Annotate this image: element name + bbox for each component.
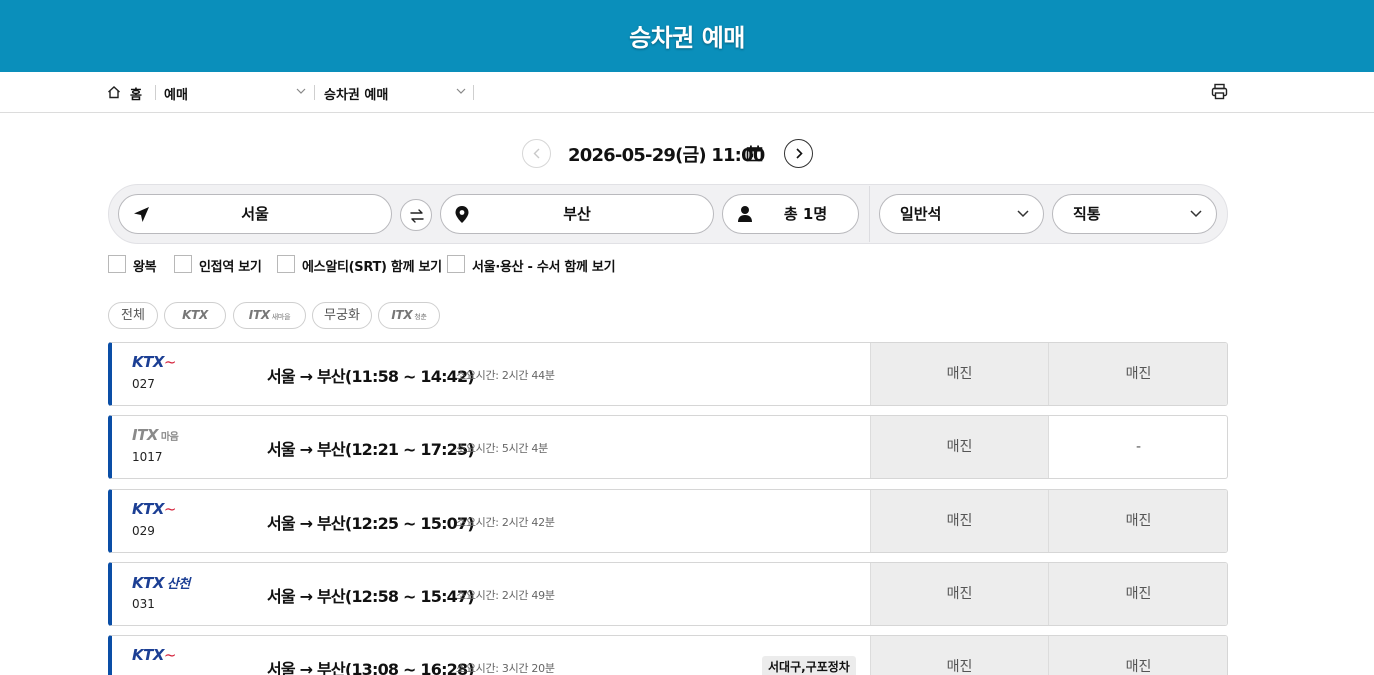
general-seat-button[interactable]: 매진	[870, 563, 1048, 625]
checkbox-label: 에스알티(SRT) 함께 보기	[302, 260, 442, 275]
general-seat-button[interactable]: 매진	[870, 636, 1048, 675]
itx-logo-icon: ITX	[391, 308, 413, 322]
train-duration: 소요시간: 2시간 42분	[456, 516, 555, 529]
train-row[interactable]: ITX 마음 1017 서울 → 부산(12:21 ~ 17:25) 소요시간: …	[108, 415, 1228, 479]
stop-info-badge: 서대구,구포정차	[762, 656, 856, 675]
breadcrumb: 홈 예매 승차권 예매	[0, 72, 1374, 113]
train-number: 027	[132, 377, 155, 391]
special-seat-button[interactable]: 매진	[1048, 343, 1227, 405]
chevron-down-icon	[1190, 210, 1202, 218]
selected-datetime[interactable]: 2026-05-29(금) 11:00	[568, 141, 765, 167]
itx-logo-icon: ITX	[248, 308, 270, 322]
swap-icon	[410, 209, 424, 223]
breadcrumb-divider	[155, 85, 156, 100]
train-route: 서울 → 부산(12:25 ~ 15:07)	[267, 514, 475, 533]
arrival-label: 부산	[563, 205, 591, 223]
special-seat-button: -	[1048, 416, 1227, 478]
train-duration: 소요시간: 3시간 20분	[456, 662, 555, 675]
ktx-logo-icon: KTX~	[132, 500, 177, 518]
chip-sub-label: 새마을	[271, 313, 291, 321]
breadcrumb-level2[interactable]: 승차권 예매	[324, 84, 388, 103]
checkbox-box[interactable]	[108, 255, 126, 273]
filter-mugunghwa[interactable]: 무궁화	[312, 302, 372, 329]
next-date-button[interactable]	[784, 139, 813, 168]
ktx-sancheon-logo-icon: KTX 산천	[132, 574, 190, 592]
train-route: 서울 → 부산(12:21 ~ 17:25)	[267, 440, 475, 459]
train-row[interactable]: KTX~ 서울 → 부산(13:08 ~ 16:28) 소요시간: 3시간 20…	[108, 635, 1228, 675]
breadcrumb-level1[interactable]: 예매	[164, 84, 188, 103]
print-icon[interactable]	[1211, 83, 1228, 100]
general-seat-button[interactable]: 매진	[870, 416, 1048, 478]
seat-class-value: 일반석	[900, 205, 942, 223]
departure-label: 서울	[241, 205, 269, 223]
train-route: 서울 → 부산(13:08 ~ 16:28)	[267, 660, 475, 675]
special-seat-button[interactable]: 매진	[1048, 563, 1227, 625]
checkbox-box[interactable]	[277, 255, 295, 273]
filter-all-label: 전체	[121, 308, 145, 323]
train-row[interactable]: KTX 산천 031 서울 → 부산(12:58 ~ 15:47) 소요시간: 2…	[108, 562, 1228, 626]
filter-itx-cheongchun[interactable]: ITX 청춘	[378, 302, 440, 329]
seat-class-select[interactable]: 일반석	[879, 194, 1044, 234]
itx-logo-icon: ITX 마음	[132, 426, 179, 444]
route-type-select[interactable]: 직통	[1052, 194, 1217, 234]
checkbox-label: 인접역 보기	[199, 260, 262, 275]
special-seat-button[interactable]: 매진	[1048, 636, 1227, 675]
special-seat-button[interactable]: 매진	[1048, 490, 1227, 552]
train-duration: 소요시간: 2시간 44분	[456, 369, 555, 382]
breadcrumb-home[interactable]: 홈	[130, 84, 142, 103]
ktx-logo-icon: KTX~	[132, 353, 177, 371]
train-number: 029	[132, 524, 155, 538]
chevron-down-icon[interactable]	[296, 87, 306, 95]
departure-field[interactable]: 서울	[118, 194, 392, 234]
route-type-value: 직통	[1073, 205, 1101, 223]
person-icon	[738, 206, 752, 222]
page-header: 승차권 예매	[0, 0, 1374, 72]
ktx-logo-icon: KTX	[182, 308, 208, 322]
prev-date-button[interactable]	[522, 139, 551, 168]
passenger-field[interactable]: 총 1명	[722, 194, 859, 234]
filter-ktx[interactable]: KTX	[164, 302, 226, 329]
breadcrumb-divider	[314, 85, 315, 100]
filter-mugunghwa-label: 무궁화	[324, 308, 360, 323]
train-route: 서울 → 부산(11:58 ~ 14:42)	[267, 367, 475, 386]
train-number: 031	[132, 597, 155, 611]
checkbox-box[interactable]	[174, 255, 192, 273]
chevron-right-icon	[796, 148, 803, 159]
general-seat-button[interactable]: 매진	[870, 343, 1048, 405]
ktx-logo-icon: KTX~	[132, 646, 177, 664]
chevron-down-icon[interactable]	[456, 87, 466, 95]
swap-stations-button[interactable]	[400, 199, 432, 231]
filter-itx-saemaeul[interactable]: ITX 새마을	[233, 302, 306, 329]
checkbox-label: 왕복	[133, 260, 157, 275]
passenger-label: 총 1명	[783, 205, 828, 223]
calendar-icon[interactable]	[746, 145, 763, 162]
chevron-left-icon	[533, 148, 540, 159]
train-number: 1017	[132, 450, 163, 464]
page-title: 승차권 예매	[629, 24, 745, 52]
chip-sub-label: 청춘	[414, 313, 427, 321]
train-row[interactable]: KTX~ 029 서울 → 부산(12:25 ~ 15:07) 소요시간: 2시…	[108, 489, 1228, 553]
train-duration: 소요시간: 2시간 49분	[456, 589, 555, 602]
train-row[interactable]: KTX~ 027 서울 → 부산(11:58 ~ 14:42) 소요시간: 2시…	[108, 342, 1228, 406]
searchbar-divider	[869, 186, 870, 242]
checkbox-label: 서울·용산 - 수서 함께 보기	[472, 260, 616, 275]
checkbox-box[interactable]	[447, 255, 465, 273]
filter-all[interactable]: 전체	[108, 302, 158, 329]
train-route: 서울 → 부산(12:58 ~ 15:47)	[267, 587, 475, 606]
chevron-down-icon	[1017, 210, 1029, 218]
general-seat-button[interactable]: 매진	[870, 490, 1048, 552]
home-icon[interactable]	[107, 85, 121, 99]
breadcrumb-divider	[473, 85, 474, 100]
arrival-field[interactable]: 부산	[440, 194, 714, 234]
train-duration: 소요시간: 5시간 4분	[456, 442, 548, 455]
